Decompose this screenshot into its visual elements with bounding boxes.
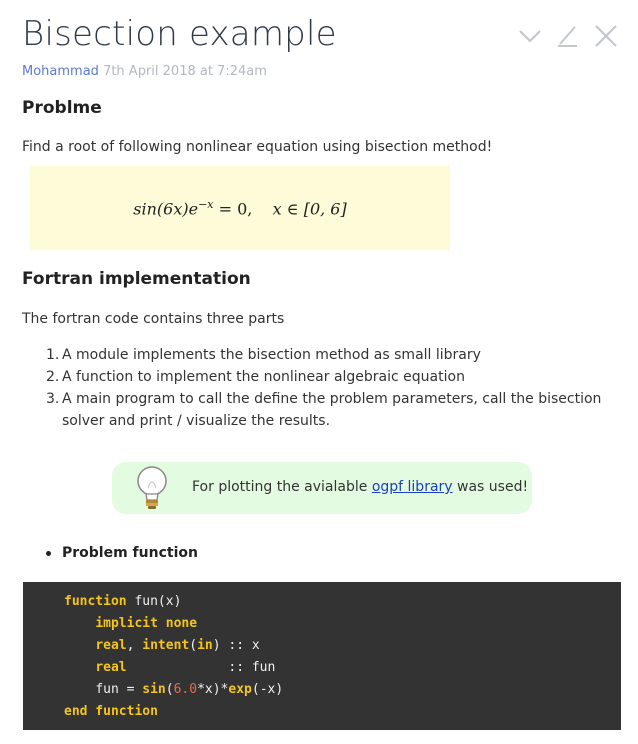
equation-lhs: sin(6x)e: [133, 199, 199, 219]
edit-button[interactable]: [554, 22, 582, 50]
tip-box: For plotting the avialable ogpf library …: [112, 462, 532, 514]
ogpf-library-link[interactable]: ogpf library: [372, 479, 453, 495]
code-line: function fun(x): [64, 594, 182, 609]
lightbulb-icon: [137, 466, 167, 509]
parts-list: 1. A module implements the bisection meth…: [46, 344, 626, 432]
post-meta: Mohammad 7th April 2018 at 7:24am: [22, 64, 267, 79]
pencil-icon: [558, 26, 577, 47]
equation-rhs: = 0,: [213, 199, 253, 219]
code-line: real, intent(in) :: x: [95, 638, 260, 653]
code-line: fun = sin(6.0*x)*exp(-x): [95, 682, 284, 697]
code-line: end function: [64, 704, 158, 719]
equation: sin(6x)e−x = 0, x ∈ [0, 6]: [133, 198, 346, 218]
close-button[interactable]: [592, 22, 620, 50]
chevron-down-icon: [519, 30, 541, 43]
equation-box: sin(6x)e−x = 0, x ∈ [0, 6]: [30, 166, 450, 250]
tip-text: For plotting the avialable ogpf library …: [192, 479, 529, 495]
close-icon: [595, 25, 617, 47]
fortran-intro-text: The fortran code contains three parts: [22, 311, 285, 327]
section-heading-fortran: Fortran implementation: [22, 269, 251, 289]
bullet-dot: [46, 550, 51, 556]
code-line: implicit none: [95, 616, 198, 631]
problem-text: Find a root of following nonlinear equat…: [22, 139, 493, 155]
list-item: 1. A module implements the bisection meth…: [46, 347, 481, 363]
author-link[interactable]: Mohammad: [22, 64, 99, 79]
post-date: 7th April 2018 at 7:24am: [103, 64, 267, 79]
equation-exponent: −x: [198, 197, 214, 211]
code-line: real :: fun: [95, 660, 276, 675]
list-item: 3. A main program to call the define the …: [46, 391, 602, 429]
section-heading-problem: Problme: [22, 98, 102, 118]
collapse-button[interactable]: [516, 22, 544, 50]
toolbar: [516, 22, 620, 50]
bullet-problem-function: Problem function: [46, 545, 198, 561]
equation-domain: x ∈ [0, 6]: [272, 199, 347, 219]
page-title: Bisection example: [22, 14, 337, 54]
list-item: 2. A function to implement the nonlinear …: [46, 369, 465, 385]
code-block: function fun(x) implicit none real, inte…: [23, 582, 621, 730]
